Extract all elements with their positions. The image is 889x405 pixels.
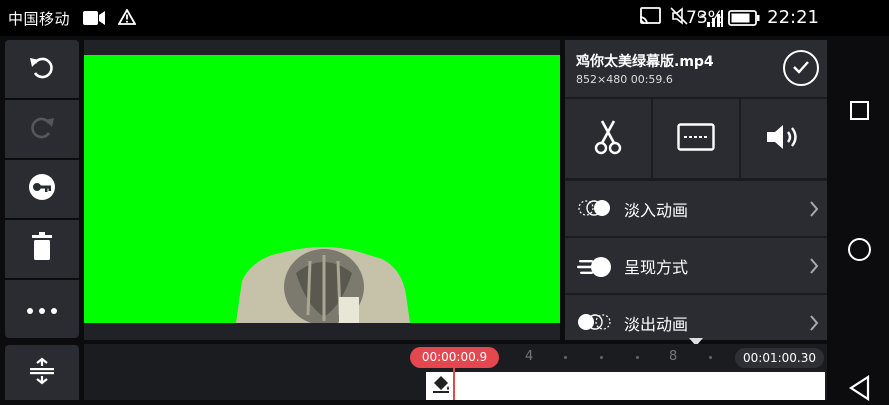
battery-percent: 73% — [686, 8, 724, 28]
timeline-tick: 4 — [525, 349, 534, 364]
clip-filename: 鸡你太美绿幕版.mp4 — [576, 54, 714, 70]
confirm-button[interactable] — [783, 50, 819, 86]
crop-frame-icon — [677, 122, 715, 155]
carrier-label: 中国移动 — [8, 10, 71, 28]
fade-out-icon — [577, 313, 613, 335]
timeline-dot — [564, 356, 567, 359]
playhead[interactable] — [453, 367, 455, 400]
undo-button[interactable] — [5, 40, 79, 98]
scissors-icon — [594, 119, 622, 159]
timeline-dot — [600, 356, 603, 359]
clip-info: 鸡你太美绿幕版.mp4 852×480 00:59.6 — [565, 40, 827, 97]
paint-bucket-icon — [431, 374, 451, 398]
undo-icon — [27, 52, 57, 86]
current-time-badge: 00:00:00.9 — [410, 347, 499, 368]
chevron-right-icon — [809, 200, 819, 222]
check-icon — [792, 59, 810, 78]
crop-button[interactable] — [653, 99, 739, 178]
end-time-badge: 00:01:00.30 — [735, 348, 824, 368]
volume-button[interactable] — [741, 99, 827, 178]
menu-label: 呈现方式 — [624, 258, 689, 277]
menu-label: 淡入动画 — [624, 201, 689, 220]
clock: 22:21 — [767, 7, 819, 28]
redo-button[interactable] — [5, 100, 79, 158]
video-preview[interactable] — [84, 55, 560, 323]
left-toolbar — [5, 40, 80, 340]
chevron-right-icon — [809, 257, 819, 279]
clip-panel: 鸡你太美绿幕版.mp4 852×480 00:59.6 淡入动画 呈现方式 淡出… — [565, 40, 827, 340]
cast-icon — [639, 7, 662, 30]
preview-person-image — [236, 247, 410, 323]
timeline-expand-button[interactable] — [5, 345, 79, 400]
trim-button[interactable] — [565, 99, 651, 178]
delete-button[interactable] — [5, 220, 79, 278]
volume-icon — [765, 122, 803, 156]
warning-icon — [117, 8, 137, 29]
recent-apps-button[interactable] — [850, 101, 869, 120]
clip-tools — [565, 99, 827, 178]
menu-item-display-mode[interactable]: 呈现方式 — [565, 238, 827, 293]
clip-fill-button[interactable] — [426, 372, 455, 400]
back-button[interactable] — [848, 374, 872, 405]
key-icon — [27, 172, 57, 206]
timeline-tick: 8 — [669, 349, 678, 364]
home-button[interactable] — [848, 238, 871, 261]
trash-icon — [29, 232, 55, 266]
keyframe-button[interactable] — [5, 160, 79, 218]
menu-label: 淡出动画 — [624, 315, 689, 334]
chevron-right-icon — [809, 314, 819, 336]
timeline-dot — [636, 356, 639, 359]
fade-in-icon — [577, 199, 613, 221]
more-icon — [26, 300, 58, 319]
clip-meta: 852×480 00:59.6 — [576, 73, 673, 86]
battery-icon — [728, 10, 760, 30]
video-camera-icon — [82, 10, 106, 30]
menu-item-fade-in[interactable]: 淡入动画 — [565, 181, 827, 236]
expand-vertical-icon — [27, 356, 57, 390]
more-button[interactable] — [5, 280, 79, 338]
display-mode-icon — [577, 256, 613, 282]
status-bar: 中国移动 G 73% 22:21 — [0, 0, 889, 36]
timeline-clip[interactable] — [455, 372, 825, 400]
redo-icon — [27, 112, 57, 146]
timeline-dot — [709, 356, 712, 359]
